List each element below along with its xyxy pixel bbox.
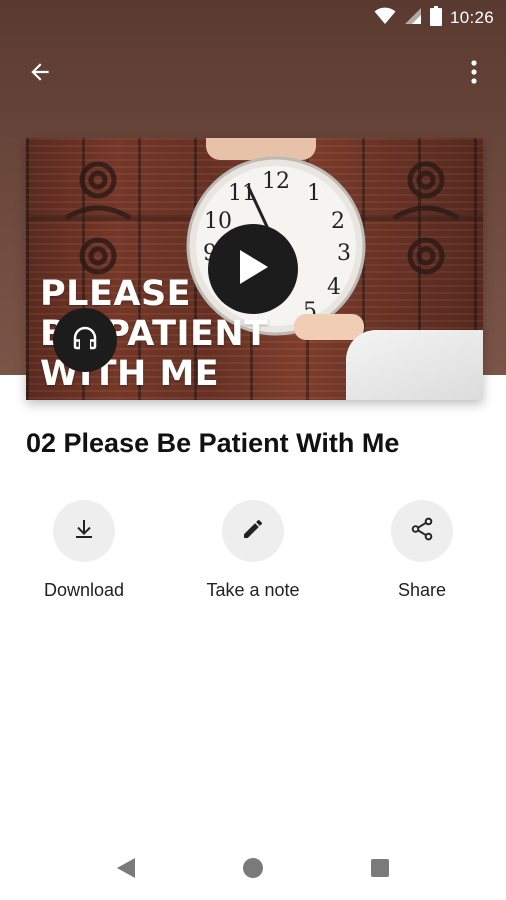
clock-number: 1 [307,181,321,206]
nav-recents-button[interactable] [360,850,400,890]
share-button[interactable]: Share [347,500,497,601]
status-time: 10:26 [449,8,494,27]
pencil-icon [241,517,265,546]
clock-number: 2 [331,209,345,234]
episode-thumbnail[interactable]: 12 1 2 3 4 5 9 10 11 PLEASE BE PATIENT W… [26,138,483,400]
share-label: Share [397,580,447,600]
back-button[interactable] [18,54,62,94]
clock-number: 3 [337,241,351,266]
recents-square-icon [370,858,390,883]
play-icon [236,248,270,291]
system-navigation-bar [0,836,506,900]
download-button[interactable]: Download [9,500,159,601]
take-note-label: Take a note [206,580,300,600]
take-note-button[interactable]: Take a note [178,500,328,601]
more-options-button[interactable] [454,54,494,94]
headphones-icon [69,323,101,358]
cell-signal-icon [404,7,422,30]
clock-number: 12 [262,169,290,194]
wifi-icon [374,7,396,30]
episode-title: 02 Please Be Patient With Me [26,428,400,458]
nav-back-button[interactable] [106,850,146,890]
status-bar: 10:26 [0,0,506,36]
more-vertical-icon [470,59,478,90]
nav-home-button[interactable] [233,850,273,890]
home-circle-icon [242,857,264,884]
note-icon-circle [222,500,284,562]
download-icon [72,517,96,546]
app-bar [0,48,506,100]
arrow-left-icon [27,59,53,90]
play-button[interactable] [208,224,298,314]
back-triangle-icon [115,856,137,885]
audio-mode-button[interactable] [53,308,117,372]
download-icon-circle [53,500,115,562]
download-label: Download [43,580,125,600]
share-icon-circle [391,500,453,562]
battery-icon [429,5,442,31]
action-row: Download Take a note Share [0,500,506,610]
white-sleeve [346,330,483,400]
share-icon [409,516,435,547]
